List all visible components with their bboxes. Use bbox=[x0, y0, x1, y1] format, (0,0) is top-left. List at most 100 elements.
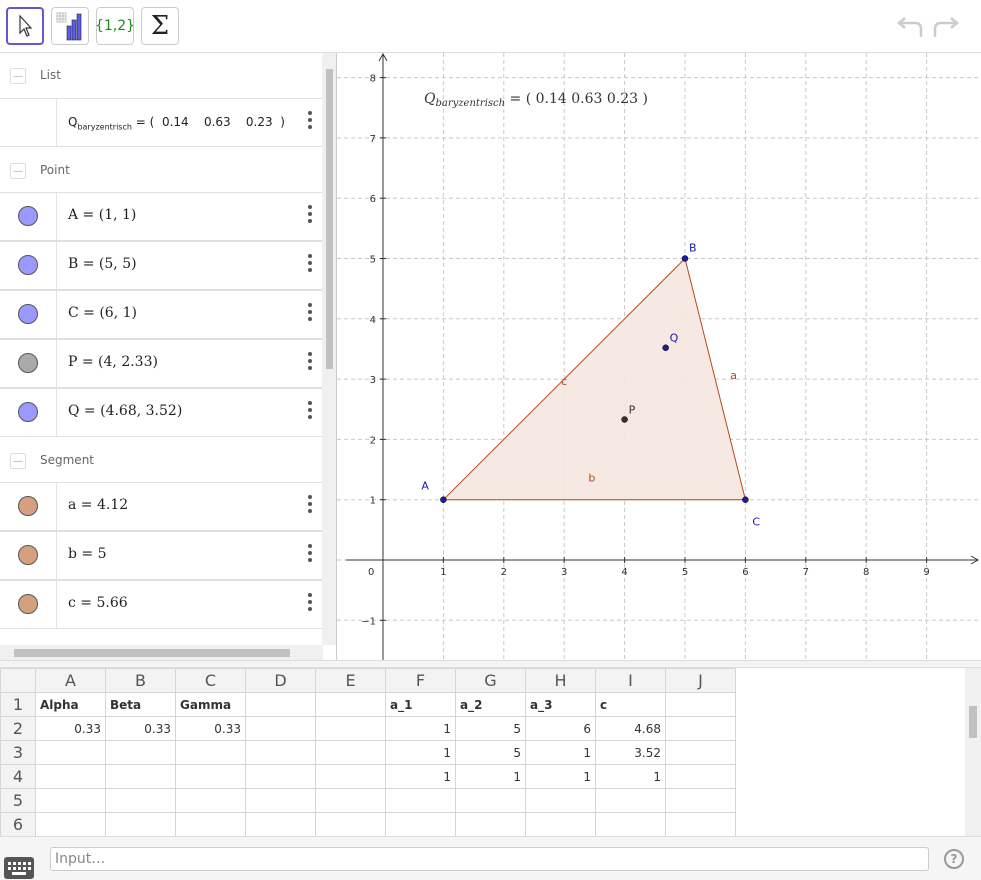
cell[interactable] bbox=[245, 764, 316, 789]
cell[interactable]: a_2 bbox=[455, 692, 526, 717]
cell[interactable] bbox=[595, 788, 666, 813]
segment-row[interactable]: b = 5 bbox=[0, 531, 323, 580]
cell[interactable] bbox=[315, 812, 386, 836]
column-header[interactable]: D bbox=[245, 668, 316, 693]
cell[interactable] bbox=[315, 740, 386, 765]
group-header-segment[interactable]: — Segment bbox=[0, 438, 323, 483]
spreadsheet-vertical-scrollbar[interactable] bbox=[965, 668, 981, 836]
cell[interactable] bbox=[245, 740, 316, 765]
point-row[interactable]: B = (5, 5) bbox=[0, 241, 323, 290]
cell[interactable] bbox=[105, 740, 176, 765]
cell[interactable] bbox=[245, 812, 316, 836]
move-tool-button[interactable] bbox=[6, 7, 44, 45]
column-header[interactable]: C bbox=[175, 668, 246, 693]
cell[interactable] bbox=[175, 788, 246, 813]
column-header[interactable]: B bbox=[105, 668, 176, 693]
cell[interactable]: a_1 bbox=[385, 692, 456, 717]
cell[interactable] bbox=[35, 764, 106, 789]
cell[interactable] bbox=[665, 716, 736, 741]
cell[interactable] bbox=[245, 716, 316, 741]
visibility-marble-icon[interactable] bbox=[18, 402, 38, 422]
cell[interactable]: c bbox=[595, 692, 666, 717]
column-header[interactable]: H bbox=[525, 668, 596, 693]
graphics-canvas[interactable]: 1 2 3 4 5 6 7 8 9 8 7 6 5 4 3 2 1 −1 0 Qbaryzentrisch = ( 0… bbox=[337, 53, 981, 660]
column-header[interactable]: F bbox=[385, 668, 456, 693]
point-row[interactable]: Q = (4.68, 3.52) bbox=[0, 388, 323, 437]
column-header[interactable]: J bbox=[665, 668, 736, 693]
point-row[interactable]: P = (4, 2.33) bbox=[0, 339, 323, 388]
more-menu-icon[interactable] bbox=[307, 205, 313, 223]
algebra-vertical-scrollbar[interactable] bbox=[322, 53, 336, 645]
segment-row[interactable]: a = 4.12 bbox=[0, 482, 323, 531]
visibility-marble-icon[interactable] bbox=[18, 255, 38, 275]
cell[interactable] bbox=[245, 692, 316, 717]
row-header[interactable]: 3 bbox=[0, 740, 36, 765]
cell[interactable]: 1 bbox=[525, 764, 596, 789]
visibility-marble-icon[interactable] bbox=[18, 496, 38, 516]
visibility-marble-icon[interactable] bbox=[18, 594, 38, 614]
algebra-horizontal-scrollbar[interactable] bbox=[0, 645, 323, 660]
view-divider[interactable] bbox=[0, 660, 981, 668]
cell[interactable]: 1 bbox=[385, 764, 456, 789]
cell[interactable] bbox=[665, 740, 736, 765]
cell[interactable]: 4.68 bbox=[595, 716, 666, 741]
cell[interactable]: 1 bbox=[385, 716, 456, 741]
column-header[interactable]: A bbox=[35, 668, 106, 693]
cell[interactable] bbox=[175, 812, 246, 836]
cell[interactable]: a_3 bbox=[525, 692, 596, 717]
cell[interactable]: 1 bbox=[455, 764, 526, 789]
cell[interactable] bbox=[175, 740, 246, 765]
cell[interactable]: Gamma bbox=[175, 692, 246, 717]
cell[interactable]: 0.33 bbox=[35, 716, 106, 741]
cell[interactable]: 6 bbox=[525, 716, 596, 741]
column-header[interactable]: E bbox=[315, 668, 386, 693]
graphics-view-button[interactable] bbox=[51, 7, 89, 45]
cell[interactable] bbox=[525, 788, 596, 813]
cell[interactable] bbox=[665, 692, 736, 717]
point-row[interactable]: A = (1, 1) bbox=[0, 192, 323, 241]
visibility-marble-icon[interactable] bbox=[18, 206, 38, 226]
scrollbar-thumb[interactable] bbox=[326, 69, 333, 369]
cell[interactable]: Alpha bbox=[35, 692, 106, 717]
scrollbar-thumb[interactable] bbox=[14, 649, 290, 657]
cell[interactable] bbox=[105, 764, 176, 789]
cell[interactable] bbox=[315, 764, 386, 789]
cell[interactable] bbox=[315, 716, 386, 741]
column-header[interactable]: G bbox=[455, 668, 526, 693]
help-icon[interactable]: ? bbox=[944, 849, 964, 869]
cell[interactable] bbox=[385, 812, 456, 836]
cell[interactable]: 1 bbox=[525, 740, 596, 765]
cell[interactable] bbox=[35, 812, 106, 836]
cell[interactable] bbox=[525, 812, 596, 836]
cell[interactable] bbox=[455, 788, 526, 813]
corner-cell[interactable] bbox=[0, 668, 36, 693]
more-menu-icon[interactable] bbox=[307, 254, 313, 272]
row-header[interactable]: 4 bbox=[0, 764, 36, 789]
row-header[interactable]: 6 bbox=[0, 812, 36, 836]
cell[interactable] bbox=[595, 812, 666, 836]
cell[interactable] bbox=[35, 740, 106, 765]
scrollbar-thumb[interactable] bbox=[969, 706, 977, 738]
cell[interactable] bbox=[105, 812, 176, 836]
more-menu-icon[interactable] bbox=[307, 111, 313, 129]
collapse-icon[interactable]: — bbox=[10, 453, 26, 469]
cell[interactable] bbox=[105, 788, 176, 813]
collapse-icon[interactable]: — bbox=[10, 163, 26, 179]
keyboard-icon[interactable] bbox=[4, 857, 34, 879]
segment-row[interactable]: c = 5.66 bbox=[0, 580, 323, 629]
cell[interactable] bbox=[35, 788, 106, 813]
row-header[interactable]: 2 bbox=[0, 716, 36, 741]
more-menu-icon[interactable] bbox=[307, 303, 313, 321]
cell[interactable] bbox=[665, 764, 736, 789]
column-header[interactable]: I bbox=[595, 668, 666, 693]
cell[interactable]: 3.52 bbox=[595, 740, 666, 765]
sum-tool-button[interactable]: Σ bbox=[141, 7, 179, 45]
point-row[interactable]: C = (6, 1) bbox=[0, 290, 323, 339]
cell[interactable] bbox=[315, 788, 386, 813]
redo-button[interactable] bbox=[930, 12, 962, 42]
more-menu-icon[interactable] bbox=[307, 544, 313, 562]
cell[interactable] bbox=[455, 812, 526, 836]
algebra-row-list[interactable]: Qbaryzentrisch = ( 0.14 0.63 0.23 ) bbox=[0, 98, 323, 147]
list-tool-button[interactable]: {1,2} bbox=[95, 7, 135, 45]
graphics-view[interactable]: 1 2 3 4 5 6 7 8 9 8 7 6 5 4 3 2 1 −1 0 Qbaryzentrisch = ( 0… bbox=[337, 53, 981, 660]
